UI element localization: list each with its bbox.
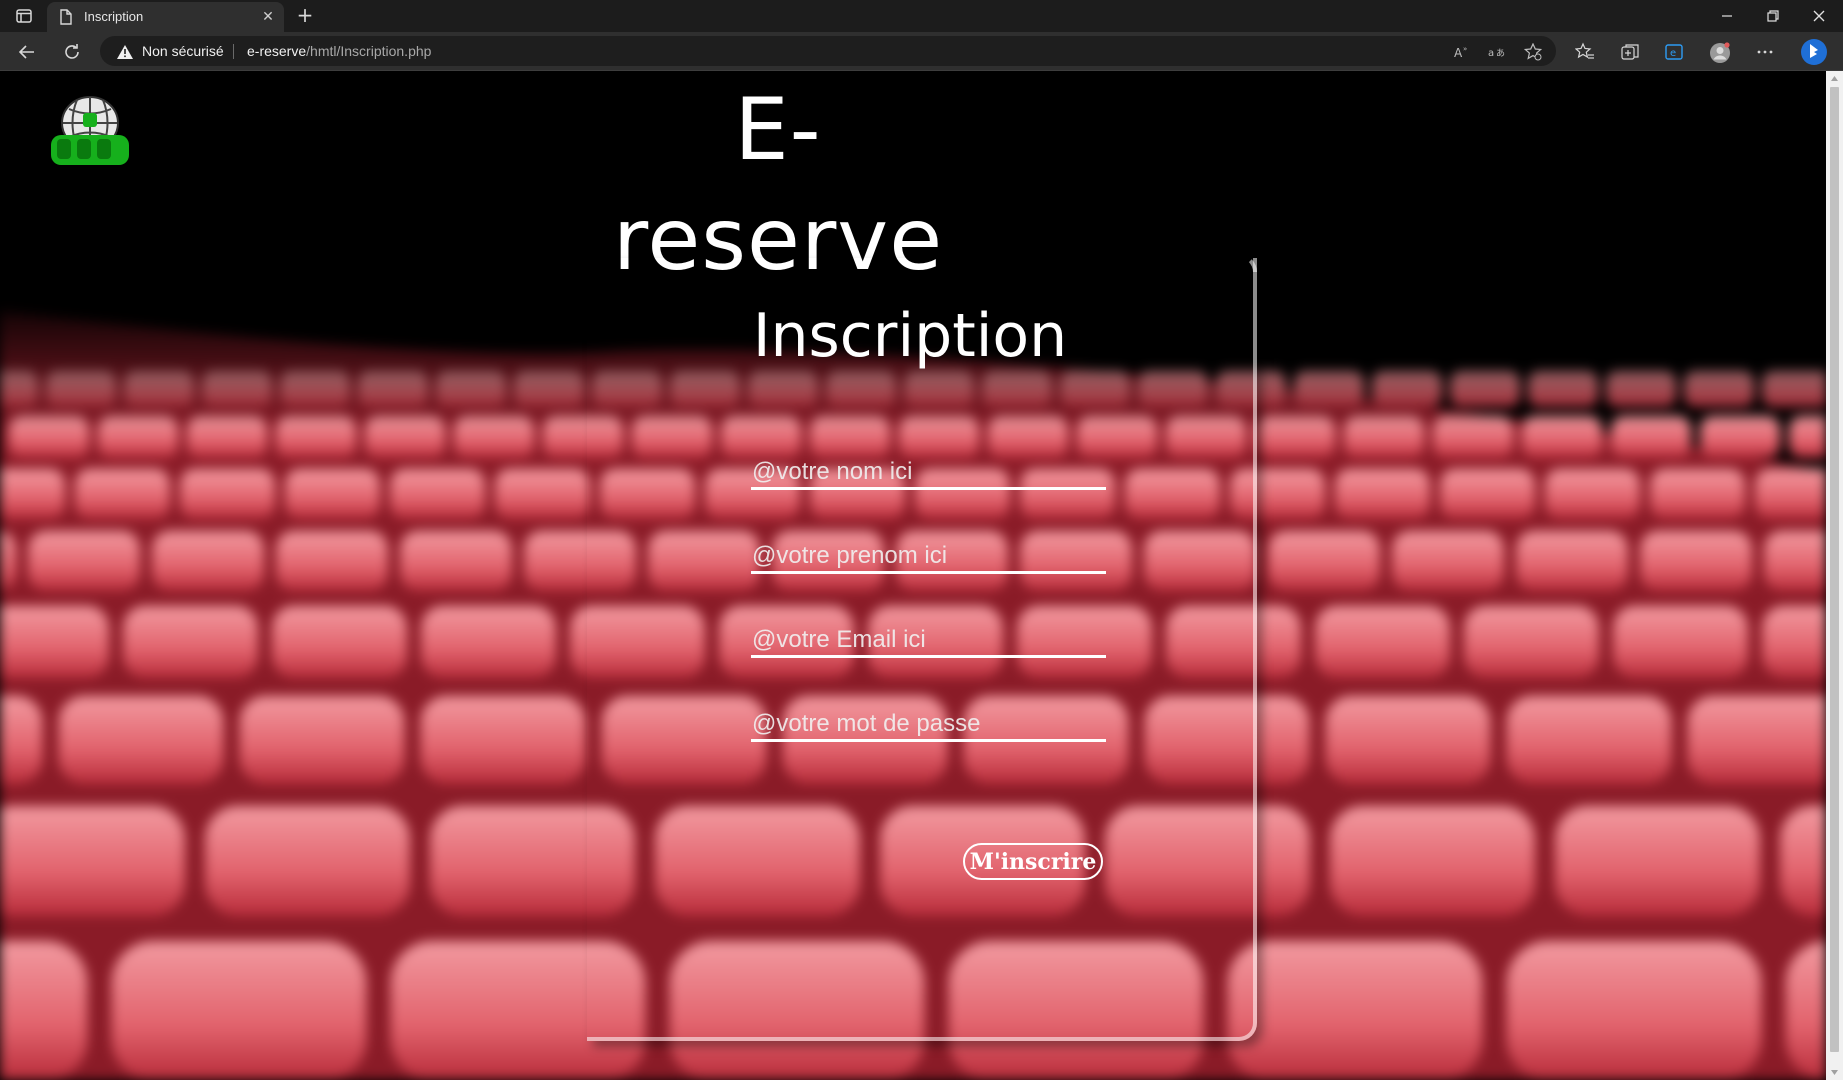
form-title: Inscription bbox=[752, 301, 1068, 371]
back-arrow-icon[interactable] bbox=[16, 41, 38, 63]
bing-chat-icon[interactable] bbox=[1800, 38, 1828, 66]
tab-title: Inscription bbox=[84, 9, 144, 24]
svg-text:e: e bbox=[1670, 48, 1676, 59]
tab-actions-icon[interactable] bbox=[12, 6, 36, 26]
scroll-up-arrow-icon[interactable] bbox=[1830, 75, 1839, 83]
first-name-input[interactable] bbox=[751, 541, 1106, 574]
svg-text:»: » bbox=[1463, 45, 1467, 53]
browser-tab-active[interactable]: Inscription ✕ bbox=[47, 2, 284, 32]
page-viewport: E-reserve Inscription M'inscrire bbox=[0, 71, 1826, 1080]
page-scrollbar[interactable] bbox=[1826, 71, 1843, 1080]
signup-button[interactable]: M'inscrire bbox=[963, 843, 1103, 880]
edge-extension-icon[interactable]: e bbox=[1664, 42, 1684, 62]
url-path: /hmtl/Inscription.php bbox=[306, 43, 432, 59]
address-divider bbox=[233, 44, 234, 59]
scroll-thumb[interactable] bbox=[1830, 87, 1839, 1052]
last-name-input[interactable] bbox=[751, 457, 1106, 490]
refresh-icon[interactable] bbox=[61, 41, 83, 63]
translate-icon[interactable]: aあ bbox=[1488, 43, 1506, 61]
scroll-down-arrow-icon[interactable] bbox=[1830, 1068, 1839, 1076]
add-favorite-icon[interactable] bbox=[1523, 42, 1543, 61]
profile-avatar-icon[interactable] bbox=[1709, 42, 1730, 63]
collections-icon[interactable] bbox=[1620, 42, 1640, 62]
minimize-icon[interactable] bbox=[1717, 6, 1737, 26]
more-options-icon[interactable] bbox=[1755, 42, 1775, 62]
address-bar[interactable]: Non sécurisé e-reserve/hmtl/Inscription.… bbox=[100, 36, 1556, 66]
email-input[interactable] bbox=[751, 625, 1106, 658]
url-text[interactable]: e-reserve/hmtl/Inscription.php bbox=[247, 43, 431, 59]
security-status[interactable]: Non sécurisé bbox=[142, 43, 224, 59]
close-window-icon[interactable] bbox=[1809, 6, 1829, 26]
svg-text:A: A bbox=[1454, 46, 1463, 60]
favorites-icon[interactable] bbox=[1574, 42, 1595, 62]
password-input[interactable] bbox=[751, 709, 1106, 742]
warning-icon[interactable] bbox=[117, 44, 133, 59]
svg-text:a: a bbox=[1488, 48, 1494, 59]
restore-icon[interactable] bbox=[1763, 6, 1783, 26]
read-aloud-icon[interactable]: A» bbox=[1453, 43, 1471, 61]
new-tab-icon[interactable]: + bbox=[294, 5, 316, 27]
site-logo[interactable] bbox=[47, 93, 133, 173]
browser-tab-bar: Inscription ✕ + bbox=[0, 0, 1843, 32]
page-icon bbox=[59, 9, 73, 25]
svg-text:あ: あ bbox=[1496, 48, 1505, 59]
url-host: e-reserve bbox=[247, 43, 307, 59]
close-tab-icon[interactable]: ✕ bbox=[260, 9, 276, 25]
browser-toolbar: Non sécurisé e-reserve/hmtl/Inscription.… bbox=[0, 32, 1843, 71]
